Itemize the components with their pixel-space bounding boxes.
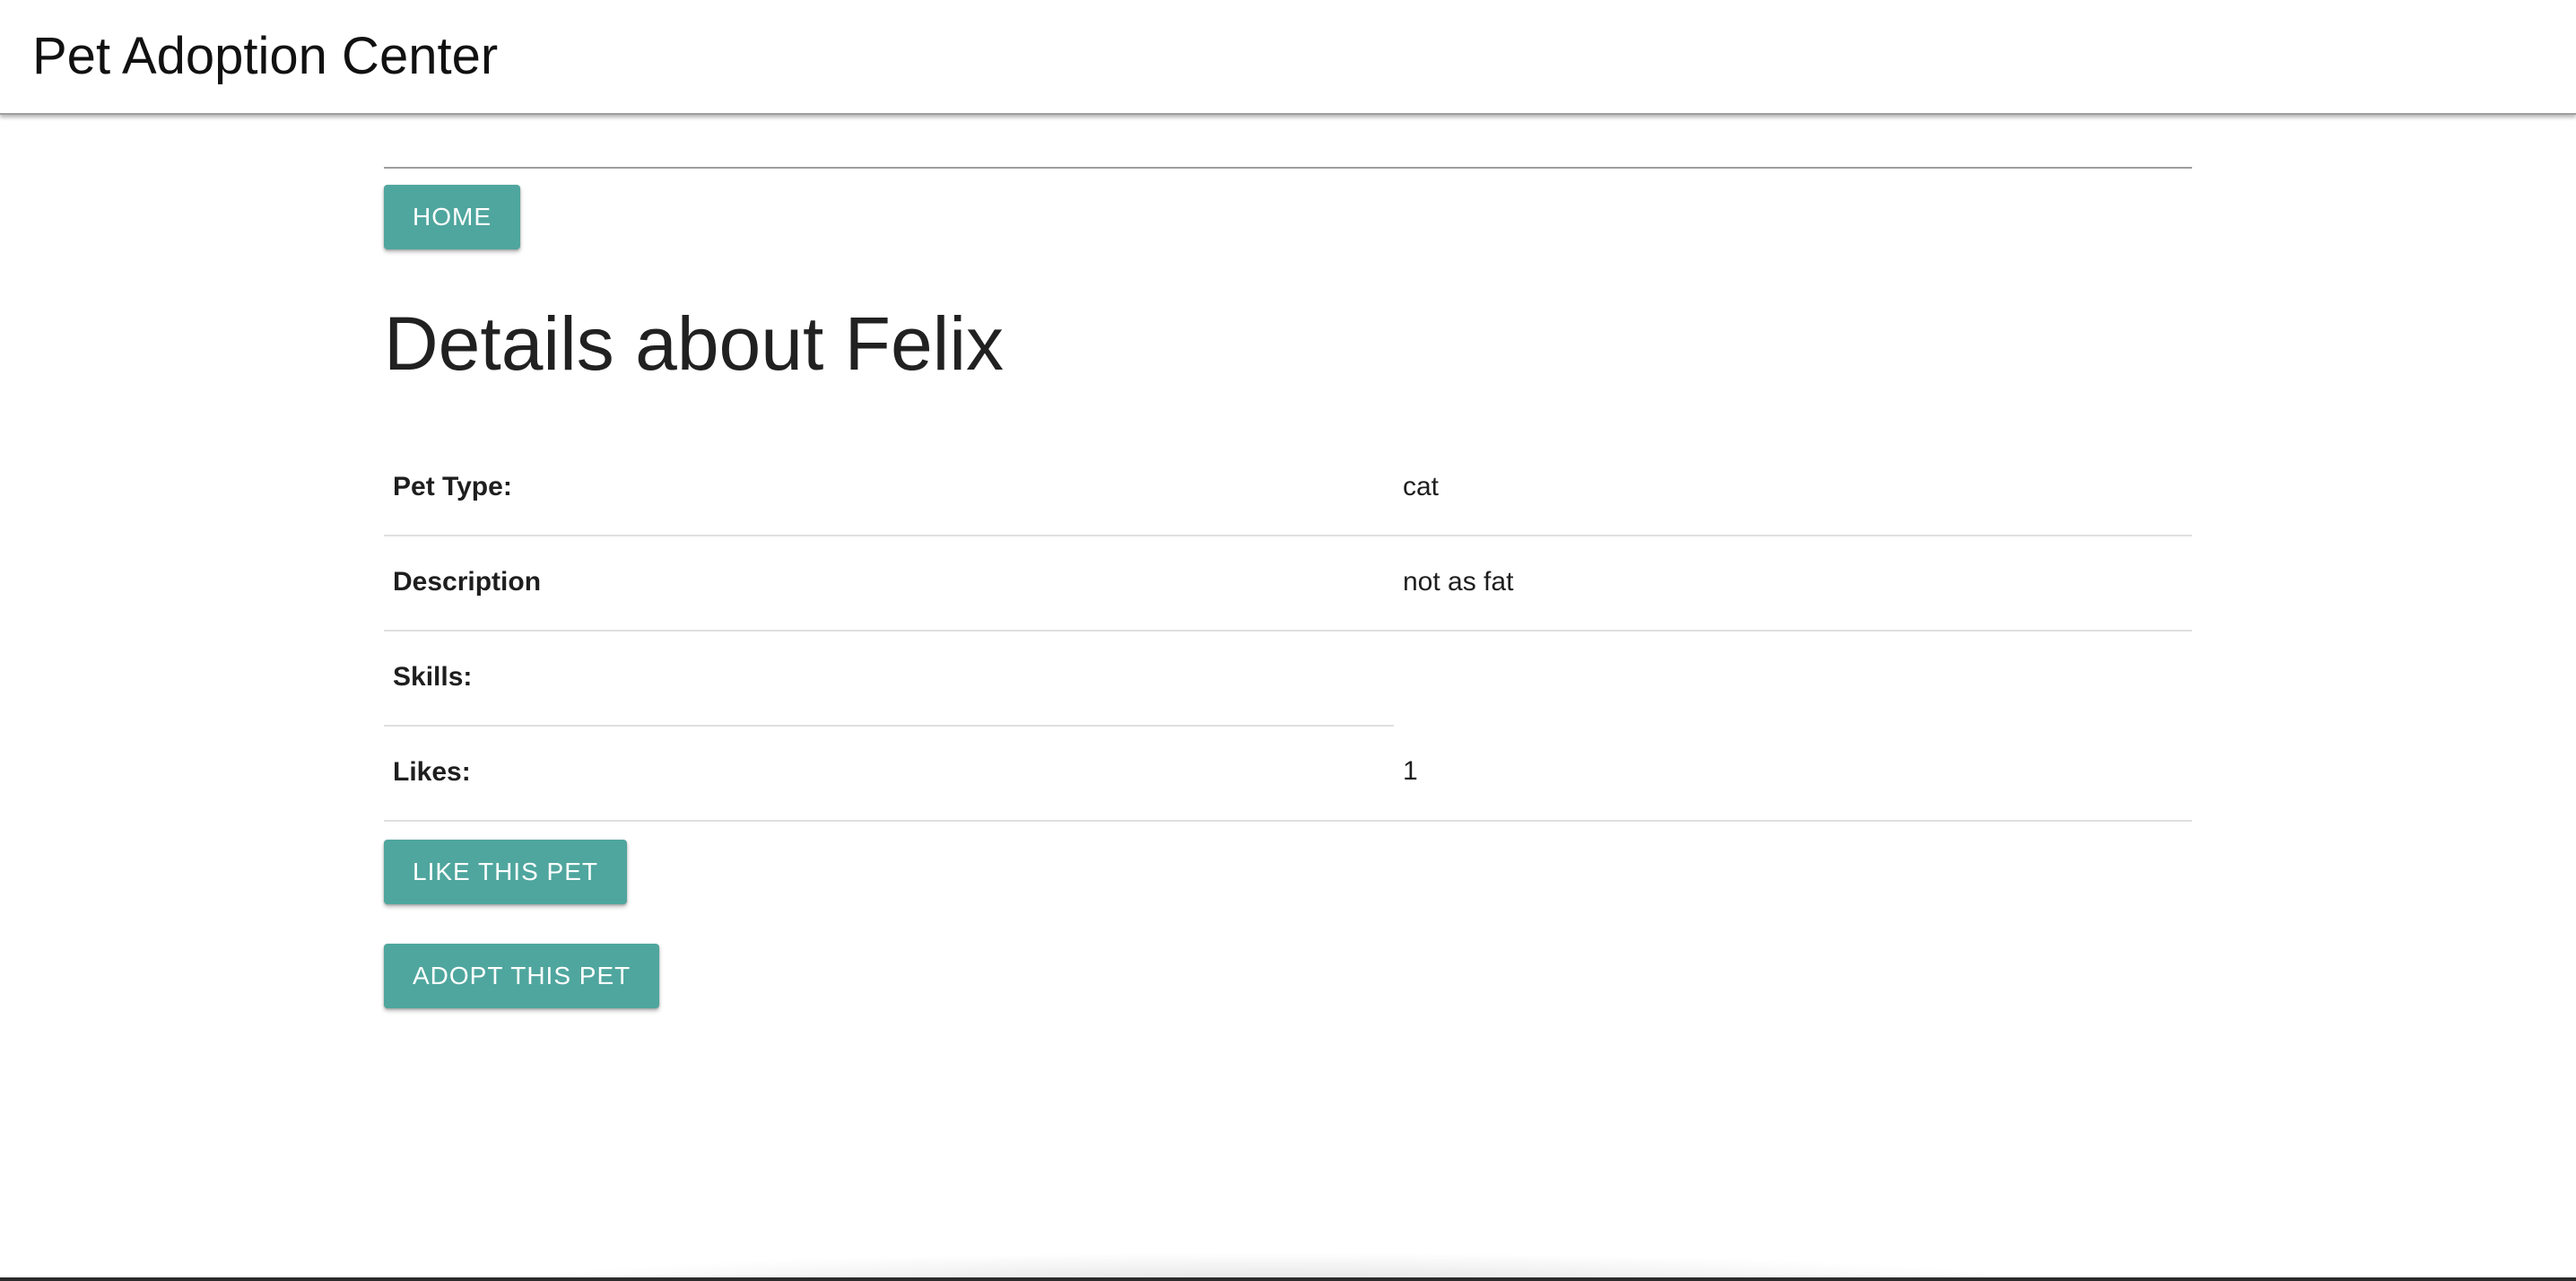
detail-row-skills: Skills:	[384, 630, 2192, 725]
detail-value: cat	[1403, 472, 1440, 501]
detail-label: Likes:	[393, 757, 471, 787]
like-pet-button[interactable]: LIKE THIS PET	[384, 840, 627, 904]
home-button[interactable]: HOME	[384, 185, 520, 249]
top-divider	[384, 167, 2192, 169]
detail-row-likes: Likes: 1	[384, 725, 2192, 820]
row-divider	[384, 820, 2192, 822]
app-title[interactable]: Pet Adoption Center	[32, 25, 498, 88]
detail-label: Pet Type:	[393, 472, 512, 501]
detail-row-pet-type: Pet Type: cat	[384, 440, 2192, 535]
detail-value: 1	[1403, 756, 1418, 786]
detail-label: Description	[393, 567, 542, 597]
detail-label: Skills:	[393, 662, 473, 692]
adopt-pet-button[interactable]: ADOPT THIS PET	[384, 944, 660, 1008]
detail-row-description: Description not as fat	[384, 535, 2192, 630]
window-bottom-edge	[0, 1277, 2576, 1281]
navbar: Pet Adoption Center	[0, 0, 2576, 115]
detail-value: not as fat	[1403, 567, 1514, 597]
page-title: Details about Felix	[384, 301, 1004, 386]
